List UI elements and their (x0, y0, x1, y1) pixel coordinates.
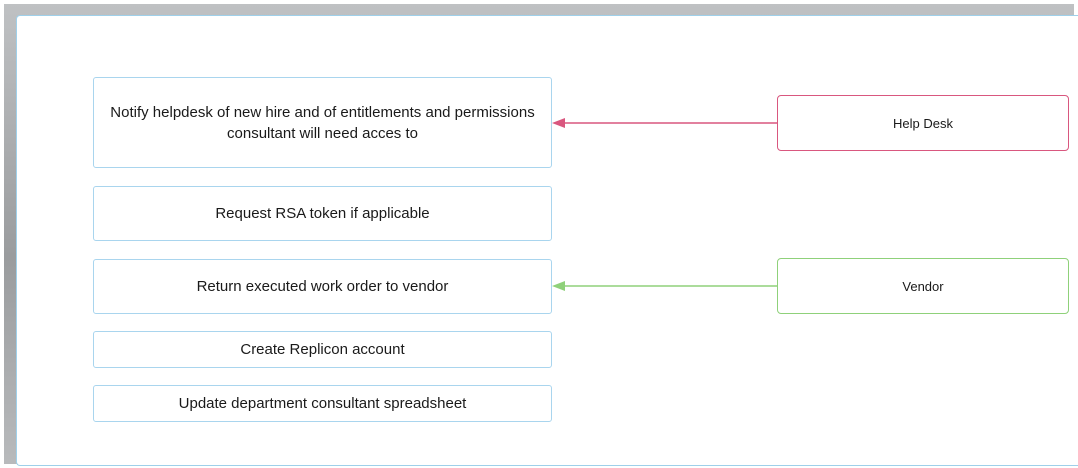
connectors-layer (552, 118, 777, 291)
arrowhead-green-icon (552, 281, 565, 291)
arrowhead-pink-icon (552, 118, 565, 128)
